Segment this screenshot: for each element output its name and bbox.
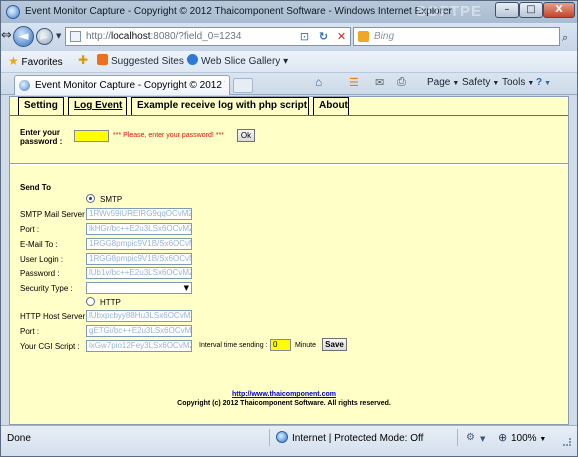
maximize-button[interactable]: □ (519, 2, 543, 18)
security-zone[interactable]: Internet | Protected Mode: Off (292, 433, 423, 444)
smtp-radio[interactable] (86, 194, 95, 203)
chevron-down-icon: ▼ (183, 284, 189, 292)
tab-setting[interactable]: Setting (18, 97, 64, 115)
ok-button[interactable]: Ok (237, 129, 255, 142)
status-separator (457, 429, 458, 446)
status-bar: Done Internet | Protected Mode: Off ⚙ ▼ … (1, 425, 577, 456)
search-icon[interactable]: ⌕ (562, 31, 568, 45)
add-favorite-icon[interactable]: ✚ (78, 53, 88, 67)
tab-example-php[interactable]: Example receive log with php script (131, 97, 309, 115)
new-tab-button[interactable] (233, 78, 253, 93)
smtp-port-input[interactable]: lkHGr/bc++E2u3LSx6OCvMZ8 (86, 223, 192, 235)
tab-log-event[interactable]: Log Event (68, 97, 127, 115)
tab-about[interactable]: About (313, 97, 349, 115)
footer-copyright: Copyright (c) 2012 Thaicomponent Softwar… (177, 400, 391, 407)
title-bar: Event Monitor Capture - Copyright © 2012… (1, 1, 577, 23)
smtp-label: SMTP (100, 195, 123, 204)
http-host-input[interactable]: lUbxpcbyy88Hu3LSx6OCvMZ8 (86, 310, 192, 322)
suggested-sites-link[interactable]: Suggested Sites ▾ (97, 54, 192, 67)
send-to-label: Send To (20, 183, 51, 192)
recent-pages-dropdown-icon[interactable]: ▼ (56, 32, 61, 40)
tab-title: Event Monitor Capture - Copyright © 2012… (35, 80, 225, 91)
globe-icon (276, 431, 288, 443)
stop-icon[interactable]: ✕ (334, 29, 349, 44)
smtp-password-input[interactable]: lUb1v/bc++E2u3LSx6OCvMZ8 (86, 267, 192, 279)
read-mail-icon[interactable]: ✉ (375, 76, 384, 89)
back-button[interactable]: ◄ (13, 26, 34, 47)
interval-label: Interval time sending : (199, 342, 268, 349)
http-port-input[interactable]: gETGi/bc++E2u3LSx6OCvMZ8 (86, 325, 192, 337)
email-to-label: E-Mail To : (20, 240, 58, 249)
resize-grip[interactable] (563, 438, 571, 446)
page-menu[interactable]: Page ▼ (427, 77, 459, 88)
http-port-label: Port : (20, 327, 40, 336)
help-icon[interactable]: ? ▼ (536, 77, 551, 88)
address-row: ⇔ ◄ ► ▼ http://localhost:8080/?field_0=1… (1, 23, 577, 51)
feeds-icon[interactable]: ☰ (349, 76, 359, 89)
close-button[interactable]: X (543, 2, 575, 18)
web-slice-gallery-link[interactable]: Web Slice Gallery ▾ (187, 54, 288, 67)
email-to-input[interactable]: 1RGG8pmpic9V1B/Sx6OCvMZ8 (86, 238, 192, 250)
favorites-label: Favorites (21, 57, 63, 68)
password-input[interactable] (74, 130, 109, 142)
smtp-port-label: Port : (20, 225, 40, 234)
security-type-select[interactable]: ▼ (86, 282, 192, 294)
home-icon[interactable]: ⌂ (315, 75, 322, 89)
tab-row: Event Monitor Capture - Copyright © 2012… (1, 73, 577, 95)
print-icon[interactable]: ⎙ (397, 76, 406, 89)
security-type-label: Security Type : (20, 284, 73, 293)
web-slice-icon (187, 54, 198, 65)
smtp-server-label: SMTP Mail Server : (20, 210, 90, 219)
zoom-level[interactable]: 100% ▼ (511, 433, 546, 444)
user-login-label: User Login : (20, 255, 64, 264)
search-placeholder: Bing (374, 31, 395, 42)
tab-underline (10, 115, 568, 116)
bing-icon (358, 31, 369, 42)
suggested-sites-icon (97, 54, 108, 65)
tools-menu[interactable]: Tools ▼ (502, 77, 534, 88)
smtp-server-input[interactable]: 1RWv59iUREIRG9qqOCvMZ8 (86, 208, 192, 220)
minimize-button[interactable]: – (495, 2, 519, 18)
watermark-text: SOFTPE (416, 3, 483, 20)
interval-input[interactable]: 0 (270, 339, 291, 351)
cgi-script-input[interactable]: lxGw7pio12Fey3LSx6OCvMZ8 (86, 340, 192, 352)
password-label: Enter your password : (20, 128, 63, 146)
zoom-icon[interactable]: ⊕ (498, 431, 507, 444)
compatibility-view-icon[interactable]: ⊡ (297, 29, 312, 44)
resize-cursor-icon: ⇔ (1, 28, 12, 43)
tab-ie-icon (19, 80, 30, 91)
address-url[interactable]: http://localhost:8080/?field_0=1234 (86, 31, 241, 42)
status-text: Done (7, 433, 31, 444)
http-host-label: HTTP Host Server : (20, 312, 90, 321)
window-title: Event Monitor Capture - Copyright © 2012… (25, 6, 452, 17)
minute-label: Minute (295, 342, 317, 349)
forward-button[interactable]: ► (36, 28, 53, 45)
http-label: HTTP (100, 298, 121, 307)
browser-tab[interactable]: Event Monitor Capture - Copyright © 2012… (14, 75, 230, 95)
page-icon (70, 31, 81, 42)
footer-link[interactable]: http://www.thaicomponent.com (10, 391, 558, 398)
ie-icon (6, 5, 20, 19)
refresh-icon[interactable]: ↻ (316, 29, 331, 44)
protected-mode-icon[interactable]: ⚙ (466, 432, 475, 443)
right-frame-edge (569, 96, 577, 425)
password-message: *** Please, enter your password! *** (113, 132, 224, 139)
user-login-input[interactable]: 1RGG8pmpic9V1B/Sx6OCvMZ8 (86, 253, 192, 265)
smtp-password-label: Password : (20, 269, 60, 278)
save-button[interactable]: Save (322, 338, 347, 351)
browser-window: Event Monitor Capture - Copyright © 2012… (0, 0, 578, 457)
page-content: Setting Log Event Example receive log wi… (9, 96, 569, 425)
cgi-script-label: Your CGI Script : (20, 342, 80, 351)
status-separator (269, 429, 270, 446)
safety-menu[interactable]: Safety ▼ (462, 77, 499, 88)
http-radio[interactable] (86, 297, 95, 306)
favorites-bar: ★ Favorites ✚ Suggested Sites ▾ Web Slic… (1, 51, 577, 73)
chevron-down-icon[interactable]: ▼ (480, 435, 485, 443)
divider (10, 163, 568, 165)
favorites-button[interactable]: ★ Favorites (6, 53, 67, 70)
star-icon: ★ (8, 54, 19, 68)
search-box[interactable]: Bing (353, 27, 560, 46)
